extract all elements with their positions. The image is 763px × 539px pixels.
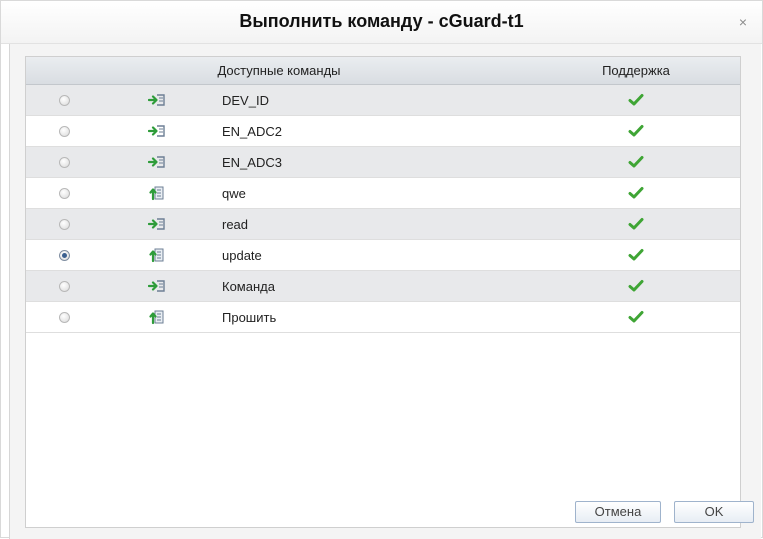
checkmark-icon — [628, 155, 644, 169]
row-support-cell — [532, 248, 740, 262]
command-name: update — [222, 247, 262, 263]
row-radio-cell — [26, 156, 102, 168]
command-radio[interactable] — [58, 94, 70, 106]
command-name: DEV_ID — [222, 92, 269, 108]
row-radio-cell — [26, 125, 102, 137]
row-radio-cell — [26, 187, 102, 199]
arrow-in-icon — [148, 154, 166, 170]
command-name: Команда — [222, 278, 275, 294]
checkmark-icon — [628, 248, 644, 262]
row-radio-cell — [26, 94, 102, 106]
row-support-cell — [532, 217, 740, 231]
row-radio-cell — [26, 249, 102, 261]
command-name: Прошить — [222, 309, 277, 325]
dialog-titlebar: Выполнить команду - cGuard-t1 × — [1, 1, 762, 44]
row-icon-cell — [102, 123, 212, 139]
row-support-cell — [532, 124, 740, 138]
command-radio[interactable] — [58, 311, 70, 323]
arrow-in-icon — [148, 278, 166, 294]
table-row[interactable]: read — [26, 209, 740, 240]
table-row[interactable]: EN_ADC3 — [26, 147, 740, 178]
row-radio-cell — [26, 218, 102, 230]
command-radio[interactable] — [58, 218, 70, 230]
checkmark-icon — [628, 93, 644, 107]
command-radio[interactable] — [58, 249, 70, 261]
ok-button[interactable]: OK — [674, 501, 754, 523]
row-support-cell — [532, 310, 740, 324]
table-row[interactable]: Команда — [26, 271, 740, 302]
dialog-content: Доступные команды Поддержка DEV_ID EN_ADC… — [9, 44, 761, 539]
row-icon-cell — [102, 309, 212, 325]
command-name: EN_ADC2 — [222, 123, 282, 139]
upload-doc-icon — [149, 309, 165, 325]
grid-header: Доступные команды Поддержка — [26, 57, 740, 85]
arrow-in-icon — [148, 92, 166, 108]
arrow-in-icon — [148, 123, 166, 139]
checkmark-icon — [628, 124, 644, 138]
table-row[interactable]: update — [26, 240, 740, 271]
row-icon-cell — [102, 247, 212, 263]
command-name: qwe — [222, 185, 246, 201]
command-name: EN_ADC3 — [222, 154, 282, 170]
upload-doc-icon — [149, 247, 165, 263]
upload-doc-icon — [149, 185, 165, 201]
commands-grid: Доступные команды Поддержка DEV_ID EN_ADC… — [25, 56, 741, 528]
close-button[interactable]: × — [734, 13, 752, 31]
checkmark-icon — [628, 279, 644, 293]
table-row[interactable]: Прошить — [26, 302, 740, 333]
execute-command-dialog: Выполнить команду - cGuard-t1 × Доступны… — [0, 0, 763, 539]
row-support-cell — [532, 155, 740, 169]
row-icon-cell — [102, 154, 212, 170]
row-icon-cell — [102, 216, 212, 232]
table-row[interactable]: DEV_ID — [26, 85, 740, 116]
command-radio[interactable] — [58, 125, 70, 137]
grid-body: DEV_ID EN_ADC2 EN_ADC3qwe read update Команда… — [26, 85, 740, 333]
row-support-cell — [532, 93, 740, 107]
row-icon-cell — [102, 278, 212, 294]
table-row[interactable]: qwe — [26, 178, 740, 209]
row-support-cell — [532, 279, 740, 293]
row-radio-cell — [26, 311, 102, 323]
command-radio[interactable] — [58, 280, 70, 292]
column-header-support: Поддержка — [602, 63, 670, 78]
column-header-commands: Доступные команды — [217, 63, 341, 78]
row-icon-cell — [102, 185, 212, 201]
arrow-in-icon — [148, 216, 166, 232]
close-icon: × — [738, 14, 748, 30]
checkmark-icon — [628, 186, 644, 200]
dialog-title: Выполнить команду - cGuard-t1 — [239, 11, 524, 31]
command-name: read — [222, 216, 249, 232]
table-row[interactable]: EN_ADC2 — [26, 116, 740, 147]
row-support-cell — [532, 186, 740, 200]
command-radio[interactable] — [58, 187, 70, 199]
cancel-button[interactable]: Отмена — [575, 501, 661, 523]
checkmark-icon — [628, 310, 644, 324]
checkmark-icon — [628, 217, 644, 231]
row-radio-cell — [26, 280, 102, 292]
row-icon-cell — [102, 92, 212, 108]
command-radio[interactable] — [58, 156, 70, 168]
